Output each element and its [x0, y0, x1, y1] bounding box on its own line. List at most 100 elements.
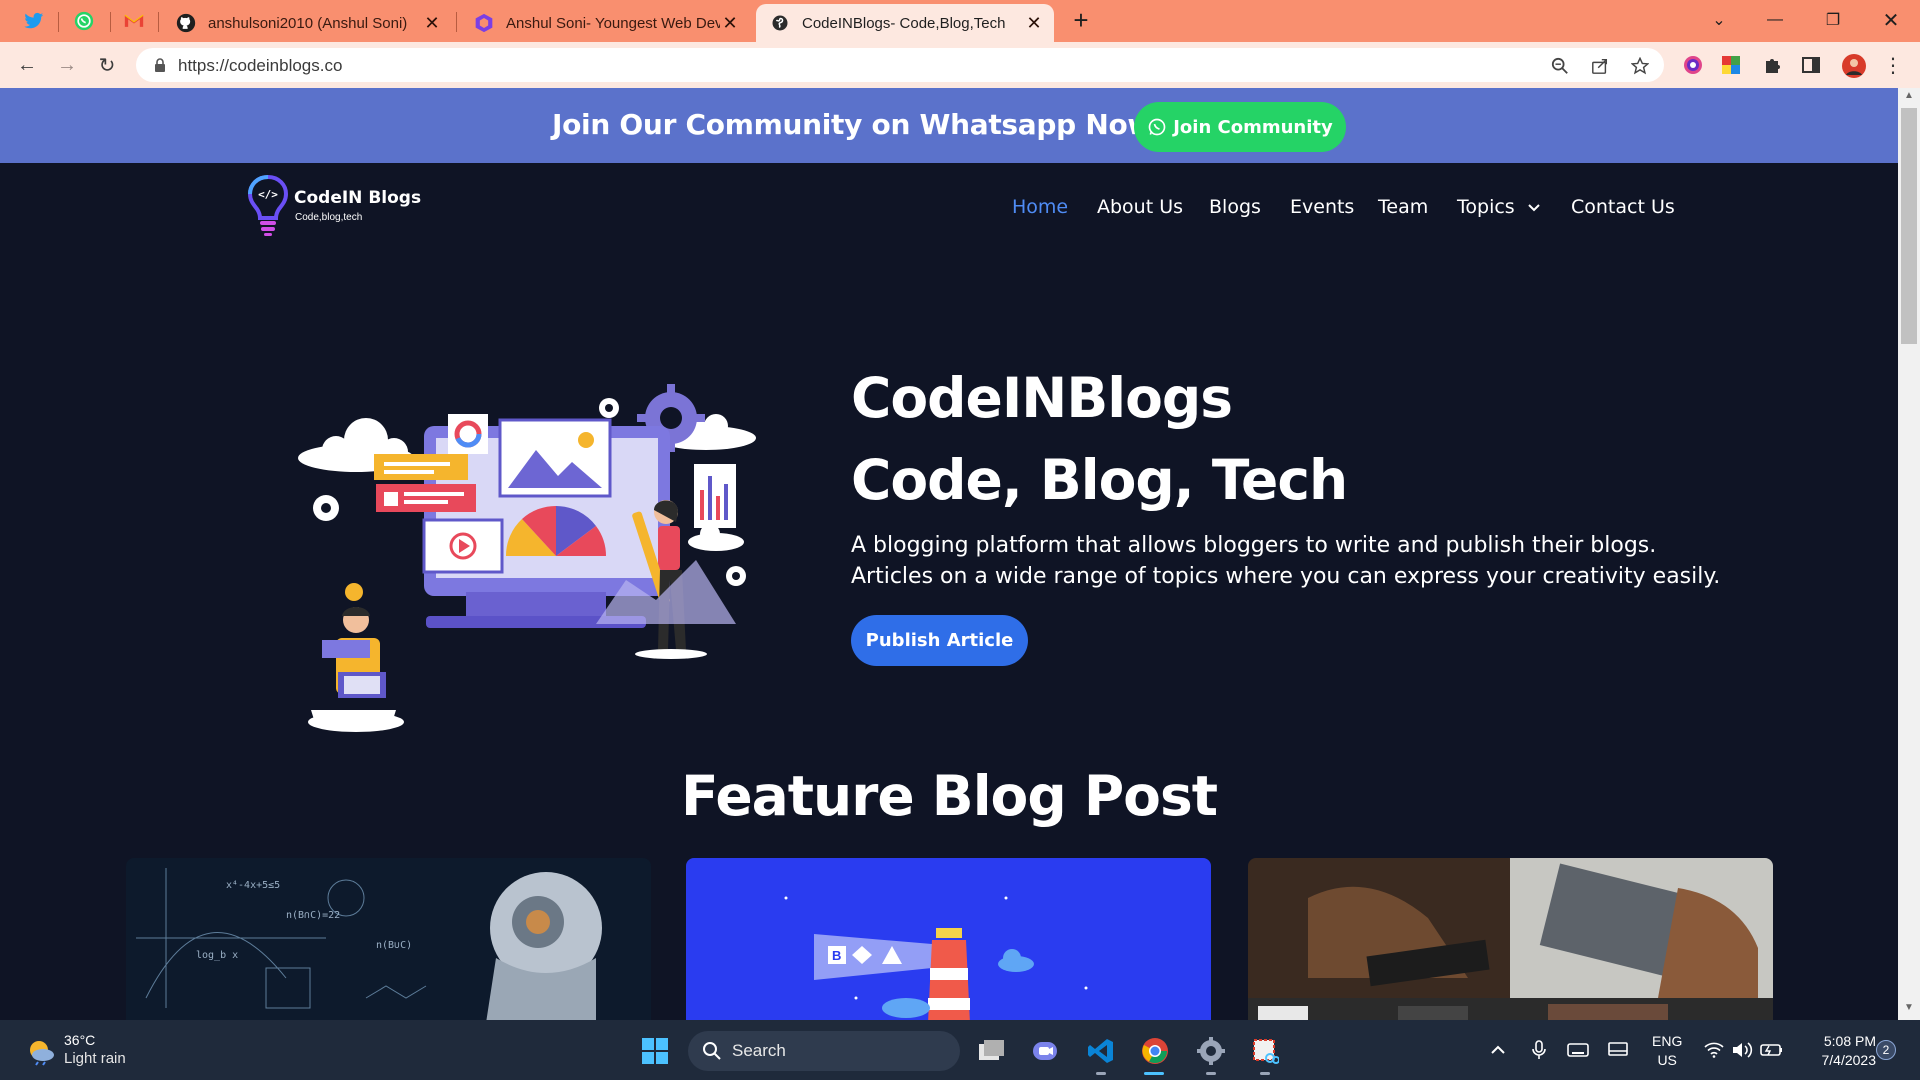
language-indicator[interactable]: ENG US	[1652, 1032, 1682, 1070]
share-icon[interactable]	[1590, 56, 1610, 76]
close-tab-icon[interactable]: ✕	[422, 13, 442, 34]
browser-menu-icon[interactable]: ⋮	[1882, 54, 1904, 77]
vscode-icon[interactable]	[1084, 1034, 1118, 1068]
close-tab-icon[interactable]: ✕	[720, 13, 740, 34]
search-icon	[703, 1042, 721, 1060]
nav-home[interactable]: Home	[1012, 196, 1068, 218]
clock-date: 7/4/2023	[1821, 1052, 1877, 1068]
new-tab-icon[interactable]: +	[1068, 7, 1094, 34]
nav-events[interactable]: Events	[1290, 196, 1354, 218]
join-community-button[interactable]: Join Community	[1134, 102, 1346, 152]
side-panel-icon[interactable]	[1800, 54, 1822, 76]
lighthouse-thumbnail: B	[686, 858, 1211, 1020]
feature-heading: Feature Blog Post	[681, 764, 1218, 828]
wifi-icon[interactable]	[1702, 1038, 1726, 1062]
extension-color-icon[interactable]	[1682, 54, 1704, 76]
region-code: US	[1657, 1052, 1677, 1068]
gmail-icon[interactable]	[114, 6, 154, 36]
clock-time: 5:08 PM	[1823, 1033, 1876, 1049]
running-indicator	[1206, 1072, 1216, 1075]
display-icon[interactable]	[1606, 1038, 1630, 1062]
svg-text:x⁴-4x+5≤5: x⁴-4x+5≤5	[226, 880, 280, 891]
weather-temp: 36°C	[64, 1032, 96, 1048]
nav-team[interactable]: Team	[1378, 196, 1428, 218]
forward-icon[interactable]: →	[52, 50, 82, 80]
weather-rain-icon	[30, 1041, 54, 1066]
page-scrollbar[interactable]: ▲ ▼	[1898, 88, 1920, 1020]
tab-search-chevron-icon[interactable]: ⌄	[1696, 4, 1742, 36]
svg-text:n(B∪C): n(B∪C)	[376, 940, 412, 951]
close-window-icon[interactable]: ✕	[1868, 4, 1914, 36]
close-tab-icon[interactable]: ✕	[1024, 13, 1044, 34]
hero-title: CodeINBlogs	[851, 366, 1233, 430]
system-clock[interactable]: 5:08 PM 7/4/2023	[1798, 1032, 1877, 1070]
url-field[interactable]: https://codeinblogs.co	[136, 48, 1664, 82]
notification-count-badge[interactable]: 2	[1876, 1040, 1896, 1060]
bookmark-star-icon[interactable]	[1630, 56, 1650, 76]
running-indicator	[1096, 1072, 1106, 1075]
logo-tagline: Code,blog,tech	[295, 212, 363, 223]
snipping-tool-icon[interactable]	[1248, 1034, 1282, 1068]
windows-start-icon[interactable]	[638, 1034, 672, 1068]
globe-icon	[770, 13, 790, 33]
chevron-down-icon	[1528, 204, 1540, 212]
teams-chat-icon[interactable]	[1028, 1034, 1062, 1068]
volume-icon[interactable]	[1730, 1038, 1754, 1062]
lightbulb-logo-icon: </>	[247, 174, 289, 236]
banner-text: Join Our Community on Whatsapp Now!	[552, 108, 1166, 141]
hero-description: A blogging platform that allows bloggers…	[851, 530, 1851, 592]
tab-title: CodeINBlogs- Code,Blog,Tech	[802, 14, 1006, 32]
svg-text:n(B∩C)=22: n(B∩C)=22	[286, 910, 340, 921]
portfolio-icon	[474, 13, 494, 33]
site-logo[interactable]: </> CodeIN Blogs Code,blog,tech	[246, 174, 466, 238]
chrome-icon[interactable]	[1138, 1034, 1172, 1068]
running-indicator	[1260, 1072, 1270, 1075]
windows-taskbar: 36°C Light rain Search ENG US 5:08 PM 7/…	[0, 1020, 1920, 1080]
svg-text:B: B	[832, 948, 841, 963]
svg-text:</>: </>	[258, 188, 278, 201]
back-icon[interactable]: ←	[12, 50, 42, 80]
language-code: ENG	[1652, 1033, 1683, 1049]
svg-text:log_b x: log_b x	[196, 950, 238, 961]
address-bar: ← → ↻ https://codeinblogs.co ⋮	[0, 42, 1920, 88]
restore-icon[interactable]: ❐	[1810, 4, 1856, 36]
task-view-icon[interactable]	[974, 1034, 1008, 1068]
whatsapp-icon	[1148, 118, 1166, 136]
nav-contact-us[interactable]: Contact Us	[1571, 196, 1675, 218]
lock-icon	[152, 57, 168, 73]
nav-topics[interactable]: Topics	[1457, 196, 1541, 218]
active-indicator	[1144, 1072, 1164, 1075]
nav-topics-label: Topics	[1457, 196, 1515, 218]
tab-title: anshulsoni2010 (Anshul Soni)	[208, 14, 408, 32]
tab-portfolio[interactable]: Anshul Soni- Youngest Web Deve ✕	[460, 4, 750, 42]
publish-article-button[interactable]: Publish Article	[851, 615, 1028, 666]
ai-robot-thumbnail: x⁴-4x+5≤5 n(B∩C)=22 log_b x n(B∪C)	[126, 858, 651, 1020]
microphone-icon[interactable]	[1527, 1038, 1551, 1062]
settings-gear-icon[interactable]	[1194, 1034, 1228, 1068]
tab-title: Anshul Soni- Youngest Web Deve	[506, 14, 720, 32]
tab-github[interactable]: anshulsoni2010 (Anshul Soni) ✕	[162, 4, 452, 42]
nav-blogs[interactable]: Blogs	[1209, 196, 1261, 218]
zoom-icon[interactable]	[1550, 56, 1570, 76]
tab-codeinblogs[interactable]: CodeINBlogs- Code,Blog,Tech ✕	[756, 4, 1054, 42]
scrollbar-thumb[interactable]	[1901, 108, 1917, 344]
twitter-icon[interactable]	[14, 6, 54, 36]
show-hidden-icons-chevron-icon[interactable]	[1486, 1038, 1510, 1062]
profile-avatar-icon[interactable]	[1840, 52, 1868, 80]
nav-about-us[interactable]: About Us	[1097, 196, 1183, 218]
taskbar-search[interactable]: Search	[688, 1031, 960, 1071]
keyboard-icon[interactable]	[1566, 1038, 1590, 1062]
minimize-icon[interactable]: —	[1752, 4, 1798, 36]
extension-palette-icon[interactable]	[1720, 54, 1742, 76]
reload-icon[interactable]: ↻	[92, 50, 122, 80]
featured-post-card[interactable]	[1248, 858, 1773, 1020]
extensions-puzzle-icon[interactable]	[1762, 54, 1784, 76]
scroll-up-icon[interactable]: ▲	[1903, 90, 1915, 101]
featured-post-card[interactable]: B	[686, 858, 1211, 1020]
scroll-down-icon[interactable]: ▼	[1903, 1002, 1915, 1013]
featured-post-card[interactable]: x⁴-4x+5≤5 n(B∩C)=22 log_b x n(B∪C)	[126, 858, 651, 1020]
whatsapp-banner: Join Our Community on Whatsapp Now! Join…	[0, 88, 1898, 163]
web-page: Join Our Community on Whatsapp Now! Join…	[0, 88, 1898, 1020]
whatsapp-icon[interactable]	[64, 6, 104, 36]
battery-icon[interactable]	[1760, 1038, 1784, 1062]
